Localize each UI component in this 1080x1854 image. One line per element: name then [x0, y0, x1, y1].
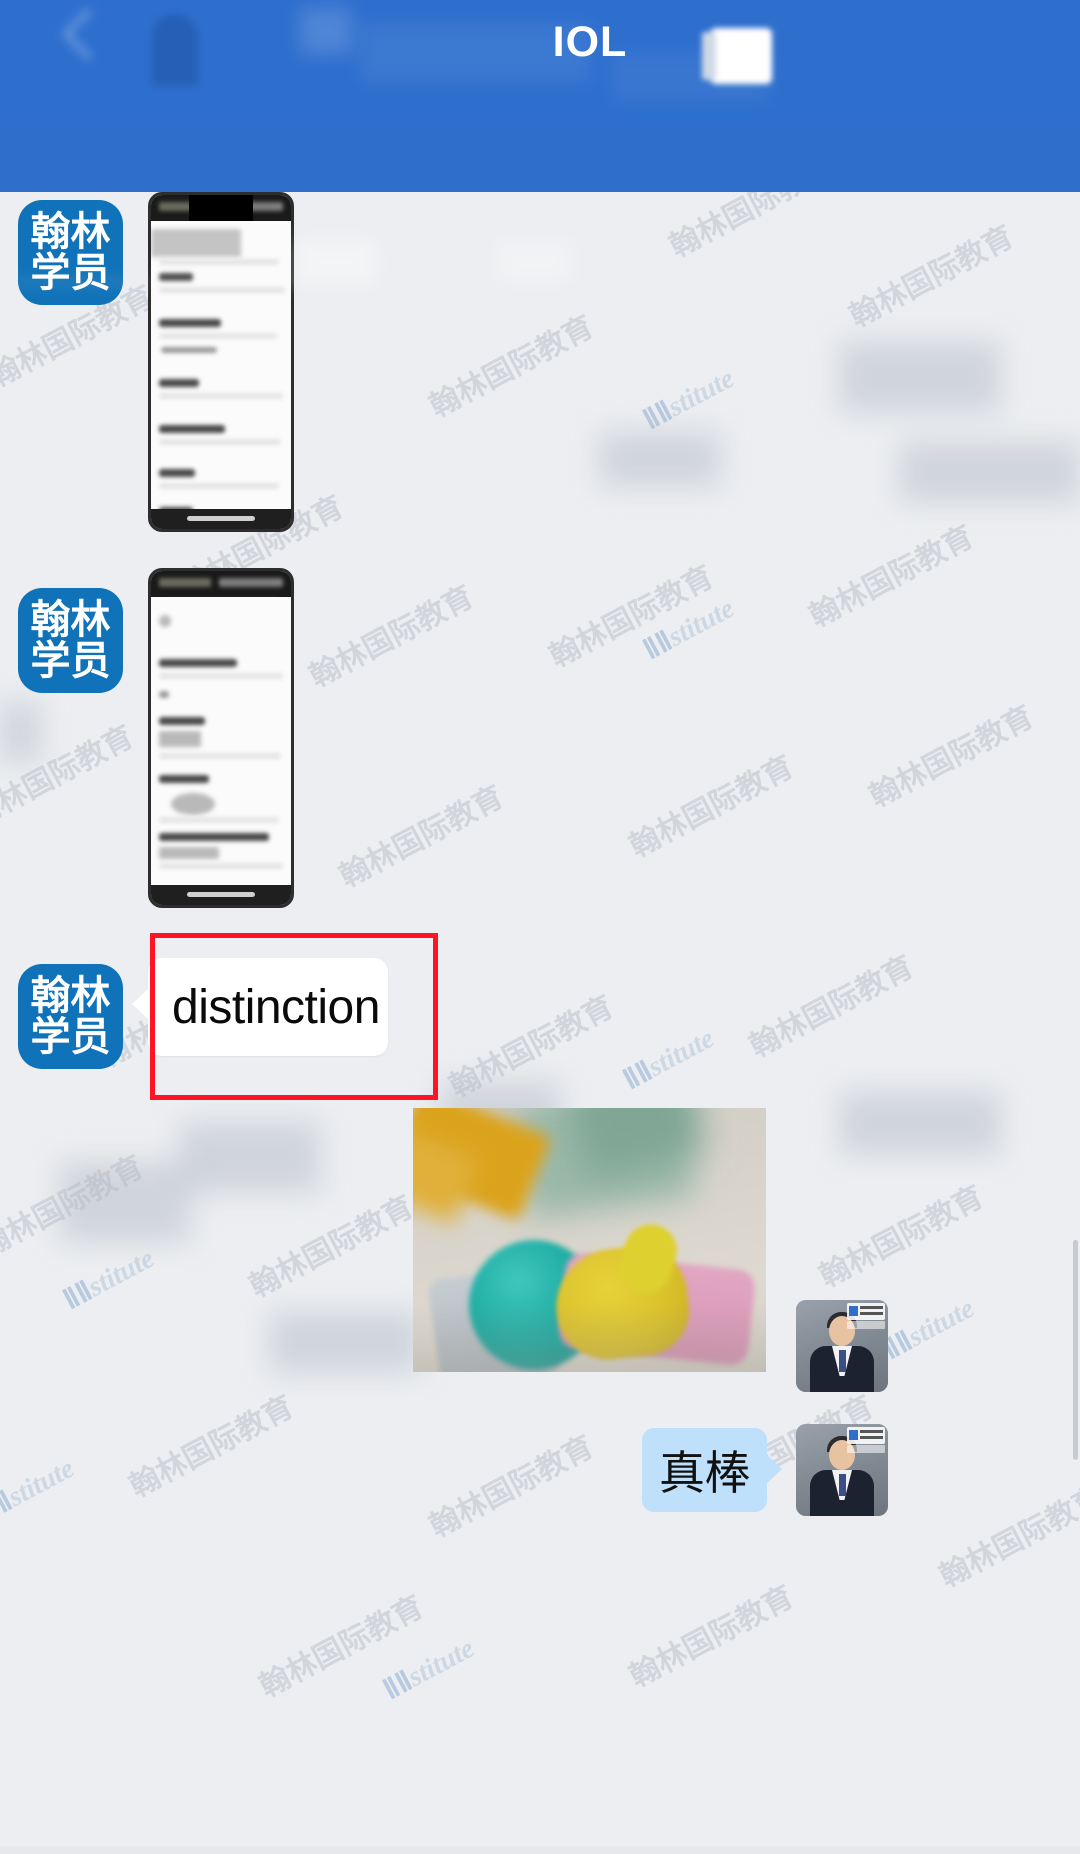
statusbar-left: [159, 578, 211, 587]
avatar[interactable]: 翰林 学员: [18, 964, 123, 1069]
message-text: 真棒: [659, 1446, 751, 1500]
watermark-text: 翰林国际教育: [424, 1430, 599, 1544]
screenshot-notch: [189, 195, 253, 221]
watermark-logo: ⅡⅡstitute: [878, 1292, 980, 1367]
blur-smudge: [840, 342, 1000, 412]
avatar-badge-icon: [847, 1427, 885, 1444]
screenshot-statusbar: [151, 571, 291, 597]
blur-smudge: [60, 1162, 190, 1242]
message-bubble-distinction[interactable]: distinction: [132, 958, 388, 1056]
screenshot-content: [151, 597, 291, 899]
app-header: IOL: [0, 0, 1080, 124]
avatar-label-line1: 翰林: [30, 972, 111, 1019]
watermark-logo: ⅡⅡstitute: [58, 1242, 160, 1317]
watermark-text: 翰林国际教育: [244, 1190, 419, 1304]
watermark-text: 翰林国际教育: [334, 780, 509, 894]
message-bubble-praise[interactable]: 真棒: [642, 1428, 782, 1512]
blur-smudge: [270, 1312, 420, 1372]
screenshot-home-indicator: [151, 509, 291, 529]
message-list[interactable]: 翰林国际教育 ⅡⅡstitute 翰林国际教育 ⅡⅡstitute 翰林国际教育…: [0, 192, 1080, 1854]
watermark-logo: ⅡⅡstitute: [638, 362, 740, 437]
statusbar-right: [219, 578, 283, 587]
blur-smudge: [600, 432, 720, 486]
message-text: distinction: [172, 980, 380, 1034]
watermark-logo: ⅡⅡstitute: [0, 192, 30, 207]
watermark-text: 翰林国际教育: [864, 700, 1039, 814]
bottom-bar: [0, 1846, 1080, 1854]
chat-screen: IOL 翰林国际教育 ⅡⅡstitute 翰林国际教育 ⅡⅡstitute 翰林…: [0, 0, 1080, 1854]
screenshot-content: [151, 221, 291, 529]
message-image-screenshot-1[interactable]: [148, 192, 294, 532]
watermark-text: 翰林国际教育: [124, 1390, 299, 1504]
watermark-text: 翰林国际教育: [544, 560, 719, 674]
watermark-logo: ⅡⅡstitute: [638, 592, 740, 667]
page-title: IOL: [552, 18, 628, 66]
screenshot-home-indicator: [151, 885, 291, 905]
avatar-label-line2: 学员: [30, 637, 111, 684]
watermark-text: 翰林国际教育: [304, 580, 479, 694]
watermark-text: 翰林国际教育: [744, 950, 919, 1064]
watermark-logo: ⅡⅡstitute: [618, 1022, 720, 1097]
watermark-logo: ⅡⅡstitute: [378, 1632, 480, 1707]
header-subbar: [0, 124, 1080, 290]
more-options-icon[interactable]: [702, 28, 772, 84]
avatar-label-line1: 翰林: [30, 208, 111, 255]
avatar-label-line1: 翰林: [30, 596, 111, 643]
watermark-logo: ⅡⅡstitute: [0, 1452, 80, 1527]
watermark-text: 翰林国际教育: [254, 1590, 429, 1704]
message-image-thumbs-up-photo[interactable]: [413, 1108, 766, 1372]
message-image-screenshot-2[interactable]: [148, 568, 294, 908]
watermark-text: 翰林国际教育: [814, 1180, 989, 1294]
watermark-text: 翰林国际教育: [804, 520, 979, 634]
blur-smudge: [900, 442, 1080, 502]
screenshot-statusbar: [151, 195, 291, 221]
avatar[interactable]: 翰林 学员: [18, 588, 123, 693]
avatar-label-line2: 学员: [30, 1013, 111, 1060]
watermark-text: 翰林国际教育: [934, 1480, 1080, 1594]
watermark-text: 翰林国际教育: [664, 192, 839, 264]
photo-shadow: [413, 1303, 766, 1372]
blur-smudge: [840, 1092, 1000, 1154]
avatar-badge-icon: [847, 1303, 885, 1320]
watermark-text: 翰林国际教育: [424, 310, 599, 424]
watermark-text: 翰林国际教育: [624, 750, 799, 864]
avatar[interactable]: [796, 1424, 888, 1516]
avatar[interactable]: [796, 1300, 888, 1392]
blur-smudge: [0, 702, 40, 762]
scrollbar[interactable]: [1073, 1240, 1078, 1460]
blur-smudge: [180, 1122, 320, 1192]
watermark-text: 翰林国际教育: [624, 1580, 799, 1694]
subbar-blur-blob: [0, 274, 1080, 290]
